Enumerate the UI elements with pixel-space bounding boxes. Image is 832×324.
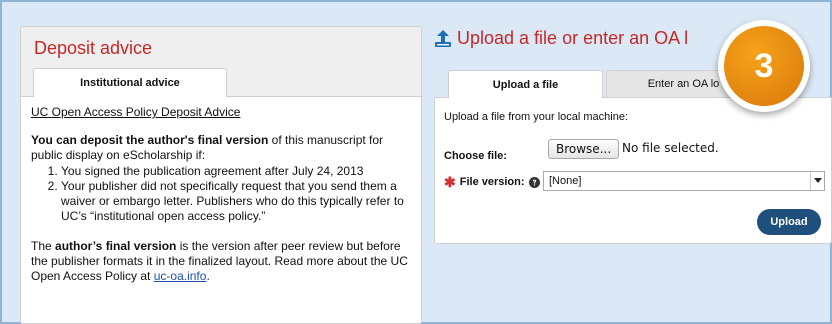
tab-institutional-advice[interactable]: Institutional advice [33, 68, 227, 97]
file-version-label: File version: [459, 176, 525, 188]
upload-form: Upload a file from your local machine: C… [434, 97, 832, 244]
deposit-advice-title: Deposit advice [34, 38, 153, 58]
tab-upload-file[interactable]: Upload a file [448, 70, 603, 98]
choose-file-label: Choose file: [444, 150, 507, 162]
advice-footer: The author’s final version is the versio… [31, 239, 409, 284]
list-item: Your publisher did not specifically requ… [61, 179, 409, 224]
footer-text-pre: The [31, 239, 56, 253]
upload-description: Upload a file from your local machine: [444, 111, 629, 123]
advice-heading: UC Open Access Policy Deposit Advice [31, 105, 241, 119]
file-version-value: [None] [549, 175, 582, 187]
list-item: You signed the publication agreement aft… [61, 164, 409, 179]
advice-content: UC Open Access Policy Deposit Advice You… [21, 96, 421, 323]
step-number-badge: 3 [718, 20, 810, 112]
file-version-label-row: ✱ File version: [444, 173, 540, 190]
upload-section-title: Upload a file or enter an OA l [434, 28, 688, 49]
footer-text-bold: author’s final version [55, 239, 177, 253]
upload-title-text: Upload a file or enter an OA l [457, 28, 689, 48]
footer-text-end: . [206, 269, 210, 283]
step-number: 3 [724, 26, 804, 106]
help-icon[interactable] [528, 176, 540, 188]
advice-lead-bold: You can deposit the author's final versi… [31, 133, 269, 147]
no-file-status: No file selected. [622, 141, 719, 155]
upload-icon [434, 29, 452, 48]
deposit-advice-panel: Deposit advice Institutional advice UC O… [20, 26, 422, 324]
chevron-down-icon [810, 172, 824, 190]
advice-conditions-list: You signed the publication agreement aft… [31, 164, 409, 224]
required-asterisk-icon: ✱ [444, 173, 456, 190]
advice-lead: You can deposit the author's final versi… [31, 133, 409, 163]
upload-button[interactable]: Upload [757, 209, 821, 235]
file-version-select[interactable]: [None] [543, 171, 825, 191]
browse-button[interactable]: Browse... [548, 139, 620, 159]
uc-oa-link[interactable]: uc-oa.info [154, 269, 207, 283]
